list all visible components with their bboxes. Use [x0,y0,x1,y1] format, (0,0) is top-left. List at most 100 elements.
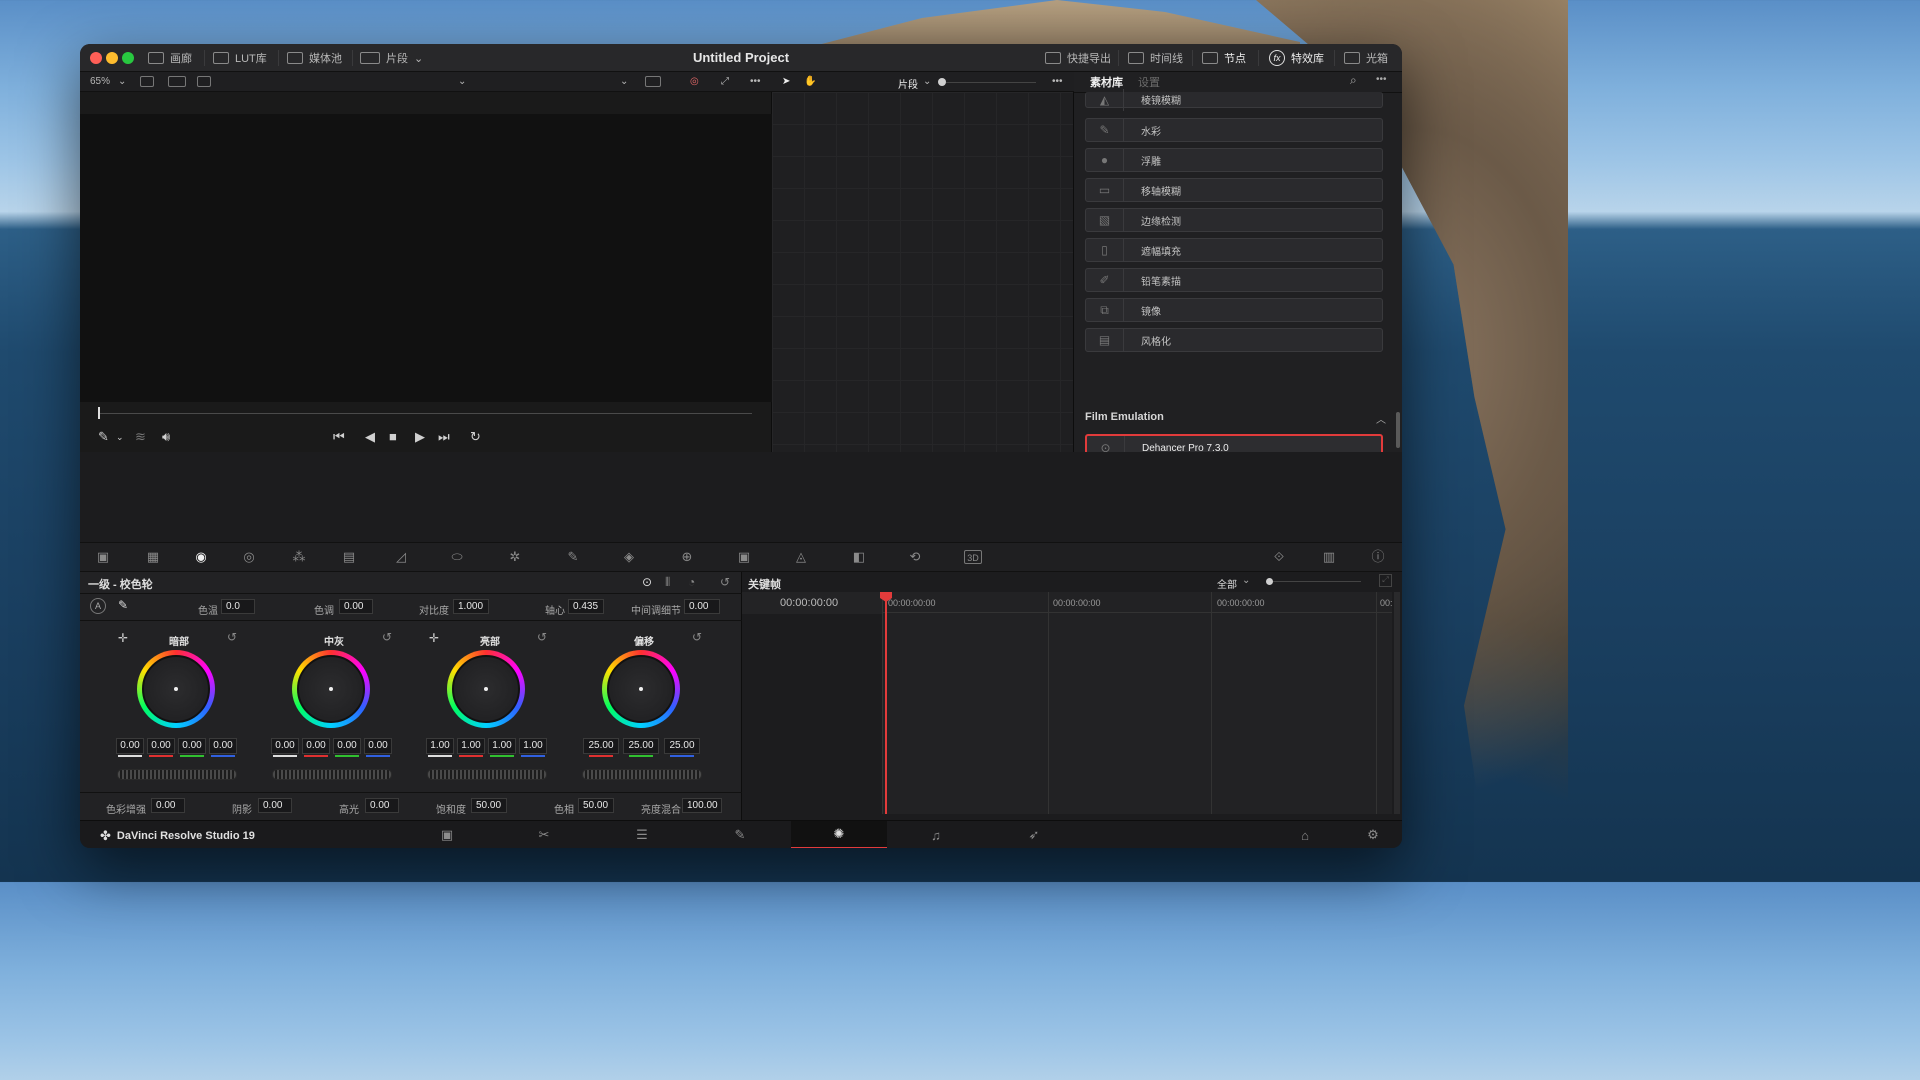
color-picker-tool-icon[interactable]: ✎ [98,429,109,445]
pointer-tool-icon[interactable]: ➤ [782,76,790,87]
fx-item[interactable]: ● 浮雕 [1085,148,1383,172]
play-icon[interactable]: ▶ [415,429,425,445]
tab-gallery[interactable]: 画廊 [148,51,192,65]
tab-lightbox[interactable]: 光箱 [1344,51,1388,65]
window-icon[interactable]: ◈ [620,550,638,564]
zoom-slider-handle[interactable] [938,78,946,86]
scrub-playhead[interactable] [98,407,100,419]
more-options-icon[interactable]: ••• [750,76,761,87]
curves-icon[interactable]: ◿ [392,550,410,564]
clip-dropdown[interactable]: 片段 [898,76,918,91]
volume-icon[interactable]: 🔊︎ [162,429,170,445]
more-options-icon[interactable]: ••• [1052,76,1063,87]
layers-icon[interactable]: ≋ [135,429,146,445]
qualifier-icon[interactable]: ✲ [506,550,524,564]
gain-wheel[interactable] [447,650,525,728]
eyedropper-icon[interactable]: ✎ [564,550,582,564]
gamma-r[interactable]: 0.00 [302,738,330,754]
keyframe-filter[interactable]: 全部 [1217,576,1237,591]
node-graph[interactable] [772,92,1074,452]
lift-g[interactable]: 0.00 [178,738,206,754]
tab-effects[interactable]: fx 特效库 [1269,50,1324,66]
color-match-icon[interactable]: ▦ [144,550,162,564]
viewer-screen[interactable] [80,114,772,402]
tab-clips[interactable]: 片段 ⌄ [360,51,423,65]
tab-nodes[interactable]: 节点 [1202,51,1246,65]
shadows-field[interactable]: 0.00 [258,798,292,813]
fx-item[interactable]: ▭ 移轴模糊 [1085,178,1383,202]
wheels-mode-icon[interactable]: ⊙ [642,575,652,589]
hand-tool-icon[interactable]: ✋ [804,76,816,87]
loop-icon[interactable]: ↻ [470,429,481,445]
color-picker-icon[interactable]: ◎ [690,76,699,87]
3d-icon[interactable]: 3D [964,550,982,564]
keyframe-zoom-handle[interactable] [1266,578,1273,585]
color-boost-field[interactable]: 0.00 [151,798,185,813]
home-icon[interactable]: ⌂ [1290,821,1320,848]
chevron-down-icon[interactable]: ⌄ [620,76,628,87]
page-media-icon[interactable]: ▣ [399,821,495,848]
zoom-window-button[interactable] [122,52,134,64]
hdr-icon[interactable] [645,76,661,87]
more-options-icon[interactable]: ••• [1376,74,1387,85]
page-edit-icon[interactable]: ☰ [594,821,690,848]
chevron-down-icon[interactable]: ⌄ [458,76,466,87]
lift-b[interactable]: 0.00 [209,738,237,754]
lift-master-jog[interactable] [117,769,237,780]
zoom-select[interactable]: 65% [90,76,110,87]
lift-wheel[interactable] [137,650,215,728]
tab-quick-export[interactable]: 快捷导出 [1045,51,1111,65]
fx-item[interactable]: ▧ 边缘检测 [1085,208,1383,232]
zoom-slider-track[interactable] [946,82,1036,83]
offset-b[interactable]: 25.00 [664,738,700,754]
crosshair-icon[interactable]: ✛ [118,631,128,645]
gain-g[interactable]: 1.00 [488,738,516,754]
tab-lut[interactable]: LUT库 [213,51,267,65]
keyframe-playhead[interactable] [885,592,887,814]
page-cut-icon[interactable]: ✂ [496,821,592,848]
tracker-icon[interactable]: ⊕ [678,550,696,564]
go-to-end-icon[interactable]: ⏭︎ [438,429,450,445]
hdr-wheels-icon[interactable]: ◎ [240,550,258,564]
page-deliver-icon[interactable]: ➶ [986,821,1082,848]
expand-icon[interactable]: ⤢ [1379,574,1392,587]
auto-balance-icon[interactable]: A [90,598,106,614]
section-film-emulation[interactable]: Film Emulation [1085,411,1164,423]
split-viewer-icon[interactable] [197,76,211,87]
saturation-field[interactable]: 50.00 [471,798,507,813]
reset-icon[interactable]: ↺ [382,630,392,644]
gain-master-jog[interactable] [427,769,547,780]
rgb-mixer-icon[interactable]: ⁂ [290,550,308,564]
bars-mode-icon[interactable]: ⦀ [665,575,670,590]
tab-timeline[interactable]: 时间线 [1128,51,1183,65]
info-icon[interactable]: ⓘ [1369,550,1387,564]
keyframe-zoom-track[interactable] [1273,581,1361,582]
lift-y[interactable]: 0.00 [116,738,144,754]
library-scrollbar[interactable] [1396,412,1400,448]
gamma-b[interactable]: 0.00 [364,738,392,754]
offset-wheel[interactable] [602,650,680,728]
fx-item[interactable]: ✎ 水彩 [1085,118,1383,142]
key-icon[interactable]: ◧ [850,550,868,564]
reset-icon[interactable]: ↺ [692,630,702,644]
scrub-bar[interactable] [98,413,752,414]
fx-item[interactable]: ◭ 棱镜模糊 [1085,88,1383,111]
gamma-master-jog[interactable] [272,769,392,780]
tab-settings[interactable]: 设置 [1138,74,1160,90]
page-fairlight-icon[interactable]: ♫ [888,821,984,848]
keyframe-scrollbar[interactable] [1394,592,1400,814]
gain-r[interactable]: 1.00 [457,738,485,754]
log-mode-icon[interactable]: ◔ [688,575,695,589]
search-icon[interactable]: ⌕ [1350,73,1357,88]
keyframe-timeline[interactable]: 00:00:00:00 00:00:00:00 00:00:00:00 00: [882,592,1393,814]
stop-icon[interactable]: ■ [389,429,397,444]
fx-item[interactable]: ▯ 遮幅填充 [1085,238,1383,262]
temp-field[interactable]: 0.0 [221,599,255,614]
gain-b[interactable]: 1.00 [519,738,547,754]
reset-icon[interactable]: ↺ [720,575,730,589]
tint-field[interactable]: 0.00 [339,599,373,614]
gamma-y[interactable]: 0.00 [271,738,299,754]
fx-item[interactable]: ⧉ 镜像 [1085,298,1383,322]
camera-raw-icon[interactable]: ▣ [94,550,112,564]
single-viewer-icon[interactable] [140,76,154,87]
